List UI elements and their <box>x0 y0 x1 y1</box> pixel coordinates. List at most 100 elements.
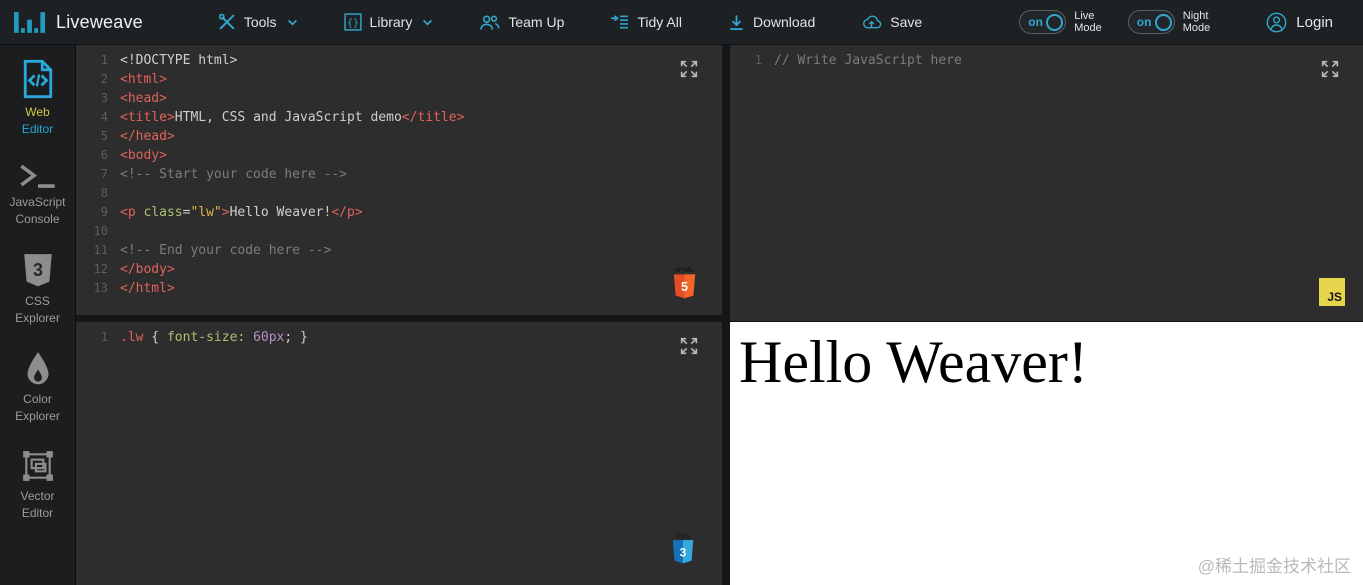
code-line[interactable]: 9<p class="lw">Hello Weaver!</p> <box>76 203 722 222</box>
cloud-save-icon <box>861 14 882 30</box>
expand-css-panel-button[interactable] <box>678 334 702 358</box>
code-text: </head> <box>120 127 175 146</box>
line-number: 10 <box>76 222 120 241</box>
code-line[interactable]: 3<head> <box>76 89 722 108</box>
css-code-editor[interactable]: 1.lw { font-size: 60px; } <box>76 322 722 347</box>
code-line[interactable]: 7<!-- Start your code here --> <box>76 165 722 184</box>
chevron-down-icon <box>287 19 298 26</box>
line-number: 12 <box>76 260 120 279</box>
horizontal-splitter[interactable] <box>76 315 722 322</box>
live-mode-toggle[interactable]: on Live Mode <box>1019 10 1102 34</box>
tidy-icon <box>610 14 629 31</box>
code-text: // Write JavaScript here <box>774 51 962 70</box>
line-number: 5 <box>76 127 120 146</box>
expand-html-panel-button[interactable] <box>678 57 702 81</box>
sidebar-item-label: VectorEditor <box>20 488 54 522</box>
nav-item-team-up[interactable]: Team Up <box>456 0 587 45</box>
night-mode-label: Night Mode <box>1183 10 1211 34</box>
svg-text:{}: {} <box>347 18 359 29</box>
line-number: 1 <box>76 328 120 347</box>
code-line[interactable]: 6<body> <box>76 146 722 165</box>
sidebar-item-label: CSSExplorer <box>15 293 60 327</box>
nav-item-label: Tidy All <box>637 14 682 30</box>
sidebar-item-vector-editor[interactable]: VectorEditor <box>0 449 75 522</box>
nav-item-library[interactable]: {}Library <box>321 0 457 45</box>
expand-icon <box>678 58 700 80</box>
expand-js-panel-button[interactable] <box>1319 57 1343 81</box>
sidebar-item-javascript-console[interactable]: JavaScriptConsole <box>0 162 75 228</box>
nav-item-label: Save <box>890 14 922 30</box>
code-text: </html> <box>120 279 175 298</box>
nav-menu: Tools {}LibraryTeam Up Tidy All Download Sav… <box>195 0 945 45</box>
sidebar-item-web-editor[interactable]: WebEditor <box>0 59 75 138</box>
html-code-editor[interactable]: 1<!DOCTYPE html>2<html>3<head>4<title>HT… <box>76 45 722 298</box>
brand-name: Liveweave <box>56 12 143 33</box>
navbar-right: on Live Mode on Night Mode <box>993 10 1363 34</box>
toggle-knob <box>1046 14 1063 31</box>
code-text: </body> <box>120 260 175 279</box>
nav-item-label: Tools <box>244 14 277 30</box>
toggle-state: on <box>1137 15 1152 29</box>
sidebar-item-color-explorer[interactable]: ColorExplorer <box>0 351 75 425</box>
login-label: Login <box>1296 14 1333 31</box>
line-number: 1 <box>730 51 774 70</box>
svg-text:CSS: CSS <box>676 533 690 540</box>
braces-icon: {} <box>344 13 362 31</box>
js-code-editor[interactable]: 1// Write JavaScript here <box>730 45 1363 70</box>
main-area: 1<!DOCTYPE html>2<html>3<head>4<title>HT… <box>76 45 1363 585</box>
left-column: 1<!DOCTYPE html>2<html>3<head>4<title>HT… <box>76 45 722 585</box>
code-line[interactable]: 1<!DOCTYPE html> <box>76 51 722 70</box>
toggle-pill: on <box>1128 10 1175 34</box>
code-line[interactable]: 12</body> <box>76 260 722 279</box>
code-line[interactable]: 13</html> <box>76 279 722 298</box>
person-icon <box>1266 12 1287 33</box>
line-number: 3 <box>76 89 120 108</box>
watermark-text: @稀土掘金技术社区 <box>1198 552 1351 577</box>
code-file-icon <box>21 59 55 99</box>
line-number: 9 <box>76 203 120 222</box>
code-text: <!-- Start your code here --> <box>120 165 347 184</box>
code-text: <title>HTML, CSS and JavaScript demo</ti… <box>120 108 464 127</box>
app-body: WebEditor JavaScriptConsole 3 CSSExplorer Co… <box>0 45 1363 585</box>
line-number: 1 <box>76 51 120 70</box>
sidebar: WebEditor JavaScriptConsole 3 CSSExplorer Co… <box>0 45 76 585</box>
nav-item-save[interactable]: Save <box>838 0 945 45</box>
chevron-down-icon <box>422 19 433 26</box>
svg-text:HTML: HTML <box>675 267 694 274</box>
code-text: <head> <box>120 89 167 108</box>
line-number: 4 <box>76 108 120 127</box>
sidebar-item-label: ColorExplorer <box>15 391 60 425</box>
line-number: 8 <box>76 184 120 203</box>
people-icon <box>479 14 500 31</box>
css-editor-panel: 1.lw { font-size: 60px; } CSS <box>76 322 722 585</box>
brand[interactable]: Liveweave <box>0 11 143 34</box>
js-editor-panel: 1// Write JavaScript here JS <box>730 45 1363 322</box>
nav-item-download[interactable]: Download <box>705 0 838 45</box>
code-text: <body> <box>120 146 167 165</box>
login-button[interactable]: Login <box>1266 12 1333 33</box>
night-mode-toggle[interactable]: on Night Mode <box>1128 10 1211 34</box>
vertical-splitter[interactable] <box>722 45 730 585</box>
code-line[interactable]: 2<html> <box>76 70 722 89</box>
code-line[interactable]: 10 <box>76 222 722 241</box>
code-text: <!-- End your code here --> <box>120 241 331 260</box>
sidebar-item-css-explorer[interactable]: 3 CSSExplorer <box>0 252 75 327</box>
nav-item-tidy-all[interactable]: Tidy All <box>587 0 705 45</box>
code-line[interactable]: 5</head> <box>76 127 722 146</box>
code-line[interactable]: 1// Write JavaScript here <box>730 51 1363 70</box>
navbar: Liveweave Tools {}LibraryTeam Up Tidy All D… <box>0 0 1363 45</box>
code-line[interactable]: 4<title>HTML, CSS and JavaScript demo</t… <box>76 108 722 127</box>
code-text: <p class="lw">Hello Weaver!</p> <box>120 203 363 222</box>
line-number: 11 <box>76 241 120 260</box>
html-editor-panel: 1<!DOCTYPE html>2<html>3<head>4<title>HT… <box>76 45 722 315</box>
code-line[interactable]: 1.lw { font-size: 60px; } <box>76 328 722 347</box>
terminal-icon <box>18 162 58 189</box>
code-text: <!DOCTYPE html> <box>120 51 237 70</box>
nav-item-tools[interactable]: Tools <box>195 0 321 45</box>
code-text: .lw { font-size: 60px; } <box>120 328 308 347</box>
css-shield-icon: 3 <box>22 252 54 288</box>
code-line[interactable]: 8 <box>76 184 722 203</box>
css3-badge-icon: CSS 3 <box>670 530 696 572</box>
expand-icon <box>678 335 700 357</box>
code-line[interactable]: 11<!-- End your code here --> <box>76 241 722 260</box>
